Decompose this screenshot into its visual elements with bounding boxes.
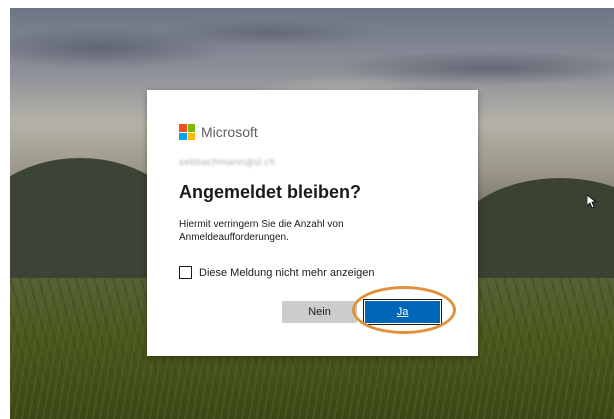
no-button[interactable]: Nein [282, 301, 357, 323]
account-email: sebbachmann@sl.ch [179, 158, 276, 168]
dialog-title: Angemeldet bleiben? [179, 182, 362, 202]
microsoft-logo: Microsoft [179, 124, 258, 140]
microsoft-wordmark: Microsoft [201, 124, 258, 140]
dialog-description: Hiermit verringern Sie die Anzahl von An… [179, 219, 344, 243]
dont-show-again-label[interactable]: Diese Meldung nicht mehr anzeigen [199, 267, 375, 279]
dont-show-again-checkbox[interactable] [179, 266, 192, 279]
microsoft-logo-icon [179, 124, 195, 140]
dont-show-again-row[interactable]: Diese Meldung nicht mehr anzeigen [179, 266, 375, 279]
mouse-pointer-icon [587, 195, 597, 209]
highlight-ring-annotation [352, 286, 456, 334]
